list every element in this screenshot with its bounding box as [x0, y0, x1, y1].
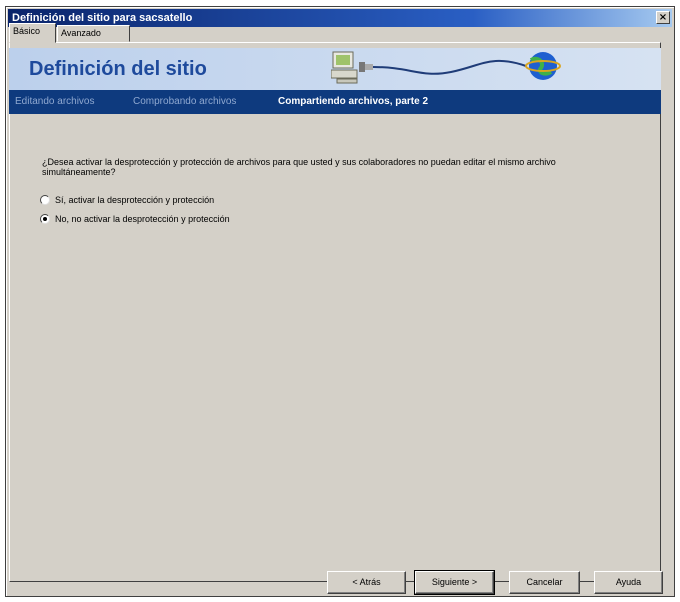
step-checking-files: Comprobando archivos — [133, 96, 237, 107]
option-disable-checkout-label[interactable]: No, no activar la desprotección y protec… — [55, 213, 230, 225]
option-enable-checkout[interactable]: Sí, activar la desprotección y protecció… — [40, 193, 214, 207]
wizard-banner: Definición del sitio — [9, 48, 661, 90]
step-sharing-files-part-2: Compartiendo archivos, parte 2 — [278, 96, 429, 107]
next-button[interactable]: Siguiente > — [414, 570, 495, 595]
computer-network-globe-icon — [331, 51, 561, 84]
back-button[interactable]: < Atrás — [327, 571, 406, 594]
tab-advanced[interactable]: Avanzado — [57, 25, 130, 42]
radio-disable-checkout[interactable] — [40, 214, 50, 224]
step-editing-files: Editando archivos — [15, 96, 95, 107]
help-button[interactable]: Ayuda — [594, 571, 663, 594]
banner-title: Definición del sitio — [29, 58, 207, 80]
tab-basic[interactable]: Básico — [9, 23, 56, 43]
close-icon[interactable]: × — [656, 11, 670, 24]
checkout-question: ¿Desea activar la desprotección y protec… — [42, 157, 556, 177]
tab-panel — [9, 42, 661, 582]
option-disable-checkout[interactable]: No, no activar la desprotección y protec… — [40, 212, 230, 226]
wizard-steps: Editando archivos Comprobando archivos C… — [9, 90, 661, 114]
option-enable-checkout-label[interactable]: Sí, activar la desprotección y protecció… — [55, 194, 214, 206]
radio-enable-checkout[interactable] — [40, 195, 50, 205]
cancel-button[interactable]: Cancelar — [509, 571, 580, 594]
